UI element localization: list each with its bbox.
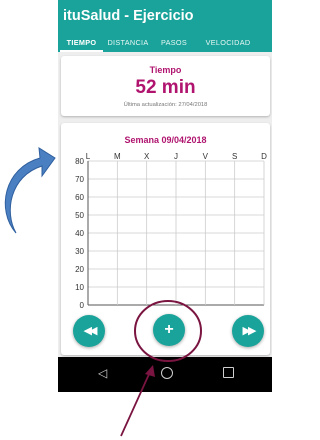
metric-label: Tiempo <box>149 65 182 75</box>
x-tick-label: X <box>144 152 150 161</box>
y-tick-label: 40 <box>75 229 84 238</box>
x-tick-label: L <box>86 152 91 161</box>
add-entry-button[interactable]: + <box>153 314 185 346</box>
blue-curved-arrow <box>4 147 56 234</box>
next-week-button[interactable]: ▶▶ <box>232 315 264 347</box>
y-tick-label: 30 <box>75 247 84 256</box>
y-tick-label: 80 <box>75 157 84 166</box>
plus-icon: + <box>164 321 174 338</box>
y-tick-label: 10 <box>75 283 84 292</box>
y-tick-label: 60 <box>75 193 84 202</box>
x-tick-label: M <box>114 152 121 161</box>
phone-screen: ituSalud - Ejercicio TIEMPO DISTANCIA PA… <box>58 0 272 392</box>
weekly-chart-card: Semana 09/04/2018 0 10 20 30 40 50 60 70 80 L M X J V… <box>61 123 270 355</box>
x-tick-label: V <box>203 152 209 161</box>
recents-icon[interactable] <box>223 367 234 378</box>
app-title: ituSalud - Ejercicio <box>63 8 194 24</box>
x-tick-label: S <box>232 152 237 161</box>
app-bar: ituSalud - Ejercicio TIEMPO DISTANCIA PA… <box>58 0 272 52</box>
tab-pasos[interactable]: PASOS <box>155 34 193 52</box>
last-updated-text: Última actualización: 27/04/2018 <box>123 102 208 108</box>
x-tick-label: D <box>261 152 267 161</box>
y-tick-label: 0 <box>80 301 85 310</box>
y-tick-label: 20 <box>75 265 84 274</box>
tab-velocidad[interactable]: VELOCIDAD <box>198 34 258 52</box>
tab-distancia[interactable]: DISTANCIA <box>105 34 151 52</box>
x-tick-label: J <box>174 152 178 161</box>
rewind-icon: ◀◀ <box>83 325 98 337</box>
y-tick-label: 50 <box>75 211 84 220</box>
y-tick-label: 70 <box>75 175 84 184</box>
home-icon[interactable] <box>161 367 173 379</box>
fast-forward-icon: ▶▶ <box>242 325 257 337</box>
active-tab-indicator <box>60 50 103 52</box>
metric-value: 52 min <box>135 77 196 98</box>
back-icon[interactable]: ◁ <box>98 365 112 381</box>
system-navigation-bar: ◁ <box>58 357 272 392</box>
summary-card: Tiempo 52 min Última actualización: 27/0… <box>61 56 270 116</box>
screenshot-root: ituSalud - Ejercicio TIEMPO DISTANCIA PA… <box>0 0 279 440</box>
previous-week-button[interactable]: ◀◀ <box>73 315 105 347</box>
